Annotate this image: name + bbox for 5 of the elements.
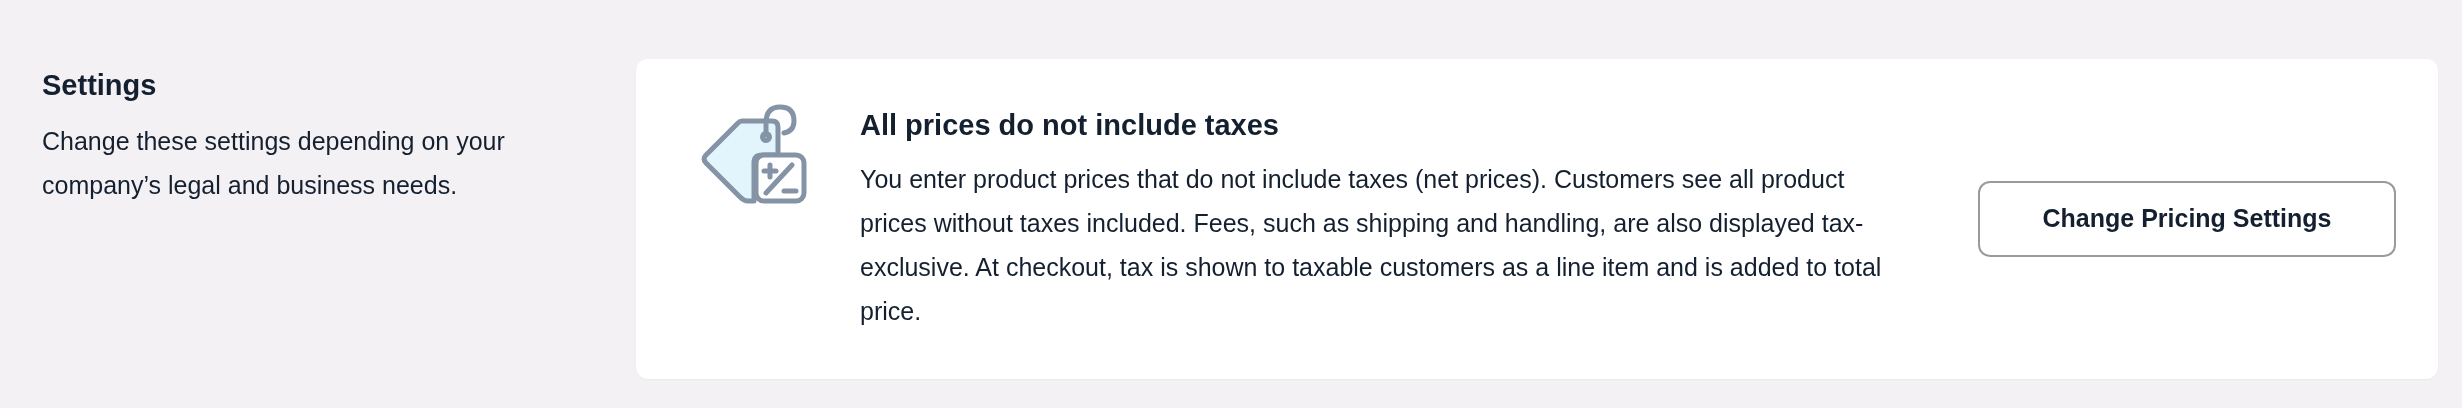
section-title: Settings [42, 68, 158, 103]
section-description: Change these settings depending on your company’s legal and business needs. [42, 126, 506, 201]
change-pricing-settings-button[interactable]: Change Pricing Settings [1978, 181, 2396, 257]
card-title: All prices do not include taxes [860, 108, 1280, 143]
card-description: You enter product prices that do not include taxes (net prices). Customers see all product prices without taxes included. Fees, such as shipping and handling, are also displayed tax-exclusive. At checkout, tax is shown to taxable customers as a line item and is added to total price. [860, 164, 1883, 327]
